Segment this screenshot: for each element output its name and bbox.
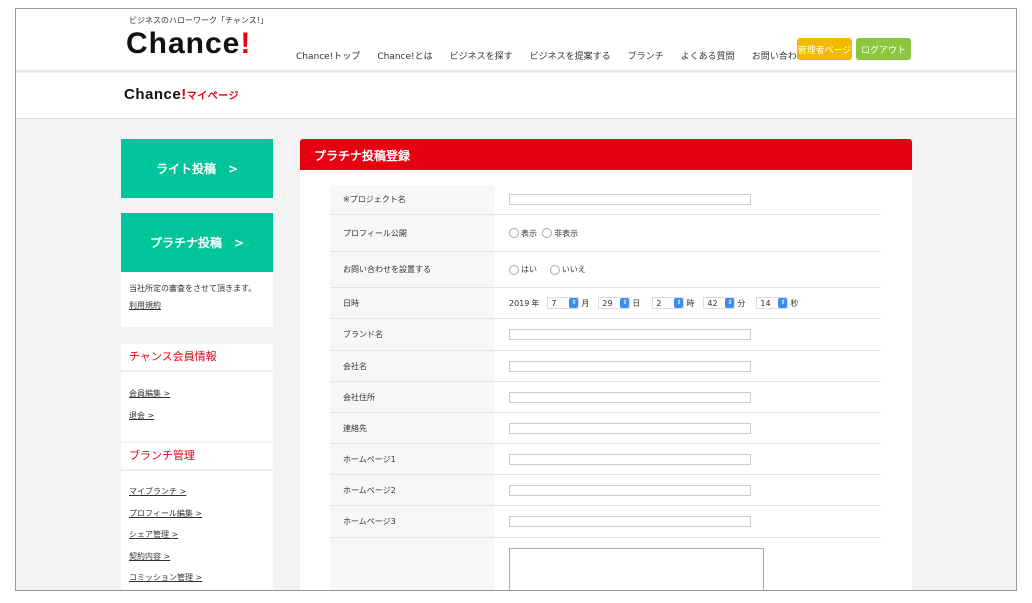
logo-text: Chance xyxy=(126,27,241,60)
mypage-bar: Chance!マイページ xyxy=(16,73,1016,119)
main-nav: Chance!トップ Chance!とは ビジネスを探す ビジネスを提案する ブ… xyxy=(296,49,806,62)
site-logo[interactable]: Chance! xyxy=(126,27,251,61)
day-select[interactable]: 29 ⇕ xyxy=(598,297,631,309)
profile-show-label: 表示 xyxy=(521,228,537,238)
commission-link[interactable]: コミッション管理 > xyxy=(129,573,202,582)
tagline: ビジネスのハローワーク「チャンス!」 xyxy=(129,16,268,25)
mypage-logo[interactable]: Chance!マイページ xyxy=(124,86,239,103)
stepper-icon: ⇕ xyxy=(569,298,579,308)
stepper-icon: ⇕ xyxy=(778,298,788,308)
inquiry-label: お問い合わせを設置する xyxy=(330,252,495,287)
homepage1-input[interactable] xyxy=(509,453,751,465)
nav-propose-business[interactable]: ビジネスを提案する xyxy=(530,49,611,62)
month-unit: 月 xyxy=(581,298,590,308)
nav-top[interactable]: Chance!トップ xyxy=(296,49,360,62)
site-header: ビジネスのハローワーク「チャンス!」 Chance! Chance!トップ Ch… xyxy=(16,9,1016,72)
day-unit: 日 xyxy=(632,298,641,308)
member-info-section: チャンス会員情報 会員編集 > 退会 > xyxy=(121,344,273,441)
company-label: 会社名 xyxy=(330,351,495,381)
second-select[interactable]: 14 ⇕ xyxy=(756,297,789,309)
second-unit: 秒 xyxy=(790,298,799,308)
my-branch-link[interactable]: マイブランチ > xyxy=(129,487,186,496)
inquiry-yes-label: はい xyxy=(521,265,537,274)
brand-label: ブランド名 xyxy=(330,319,495,350)
inquiry-no-label: いいえ xyxy=(561,265,586,274)
terms-link[interactable]: 利用規約 xyxy=(129,301,161,310)
withdraw-link[interactable]: 退会 > xyxy=(129,411,154,420)
month-select[interactable]: 7 ⇕ xyxy=(547,297,580,309)
nav-branch[interactable]: ブランチ xyxy=(628,49,664,62)
mypage-label: マイページ xyxy=(186,91,239,102)
homepage2-label: ホームページ2 xyxy=(330,475,495,505)
hour-value: 2 xyxy=(656,298,662,308)
admin-page-button[interactable]: 管理者ページ xyxy=(797,38,852,60)
year-input[interactable]: 2019 xyxy=(509,297,530,309)
profile-edit-link[interactable]: プロフィール編集 > xyxy=(129,509,202,518)
project-name-label: ※プロジェクト名 xyxy=(330,185,495,214)
contact-label: 連絡先 xyxy=(330,413,495,443)
homepage2-input[interactable] xyxy=(509,484,751,496)
minute-value: 42 xyxy=(707,298,718,308)
hour-unit: 時 xyxy=(686,298,695,308)
profile-public-label: プロフィール公開 xyxy=(330,215,495,251)
nav-search-business[interactable]: ビジネスを探す xyxy=(450,49,513,62)
nav-faq[interactable]: よくある質問 xyxy=(681,49,735,62)
stepper-icon: ⇕ xyxy=(620,298,630,308)
note-text: 当社所定の審査をさせて頂きます。 xyxy=(129,284,257,293)
browser-frame: ビジネスのハローワーク「チャンス!」 Chance! Chance!トップ Ch… xyxy=(15,8,1017,591)
company-input[interactable] xyxy=(509,360,751,372)
post-form: ※プロジェクト名 プロフィール公開 表示 非表示 お問い合わせを設置する はい … xyxy=(330,185,881,590)
stepper-icon: ⇕ xyxy=(725,298,735,308)
stepper-icon: ⇕ xyxy=(674,298,684,308)
share-manage-link[interactable]: シェア管理 > xyxy=(129,530,178,539)
description-textarea[interactable] xyxy=(509,548,764,590)
contact-input[interactable] xyxy=(509,422,751,434)
form-title: プラチナ投稿登録 xyxy=(300,139,912,170)
profile-show-radio[interactable] xyxy=(509,228,519,238)
review-note: 当社所定の審査をさせて頂きます。 利用規約 xyxy=(121,272,273,327)
address-input[interactable] xyxy=(509,391,751,403)
year-unit: 年 xyxy=(531,298,540,308)
homepage1-label: ホームページ1 xyxy=(330,444,495,474)
project-name-input[interactable] xyxy=(509,194,751,205)
homepage3-label: ホームページ3 xyxy=(330,506,495,537)
member-info-heading: チャンス会員情報 xyxy=(121,344,273,372)
platinum-post-button[interactable]: プラチナ投稿 > xyxy=(121,213,273,272)
brand-input[interactable] xyxy=(509,329,751,340)
logout-button[interactable]: ログアウト xyxy=(856,38,911,60)
profile-hide-label: 非表示 xyxy=(554,228,579,238)
hour-select[interactable]: 2 ⇕ xyxy=(652,297,685,309)
inquiry-no-radio[interactable] xyxy=(549,264,560,275)
member-edit-link[interactable]: 会員編集 > xyxy=(129,389,170,398)
branch-section: ブランチ管理 マイブランチ > プロフィール編集 > シェア管理 > 契約内容 … xyxy=(121,443,273,589)
minute-unit: 分 xyxy=(737,298,746,308)
contract-link[interactable]: 契約内容 > xyxy=(129,552,170,561)
second-value: 14 xyxy=(760,298,771,308)
lite-post-button[interactable]: ライト投稿 > xyxy=(121,139,273,198)
nav-about[interactable]: Chance!とは xyxy=(377,49,432,62)
day-value: 29 xyxy=(602,298,613,308)
branch-heading: ブランチ管理 xyxy=(121,443,273,471)
profile-hide-radio[interactable] xyxy=(542,228,553,238)
sidebar: ライト投稿 > プラチナ投稿 > 当社所定の審査をさせて頂きます。 利用規約 チ… xyxy=(121,139,273,589)
address-label: 会社住所 xyxy=(330,382,495,412)
inquiry-yes-radio[interactable] xyxy=(509,264,519,275)
month-value: 7 xyxy=(551,298,557,308)
platinum-post-form-panel: プラチナ投稿登録 ※プロジェクト名 プロフィール公開 表示 非表示 お問い合わせ… xyxy=(300,139,912,590)
mypage-logo-text: Chance xyxy=(124,86,182,103)
minute-select[interactable]: 42 ⇕ xyxy=(703,297,736,309)
homepage3-input[interactable] xyxy=(509,516,751,527)
logo-bang: ! xyxy=(240,27,252,60)
datetime-label: 日時 xyxy=(330,288,495,318)
